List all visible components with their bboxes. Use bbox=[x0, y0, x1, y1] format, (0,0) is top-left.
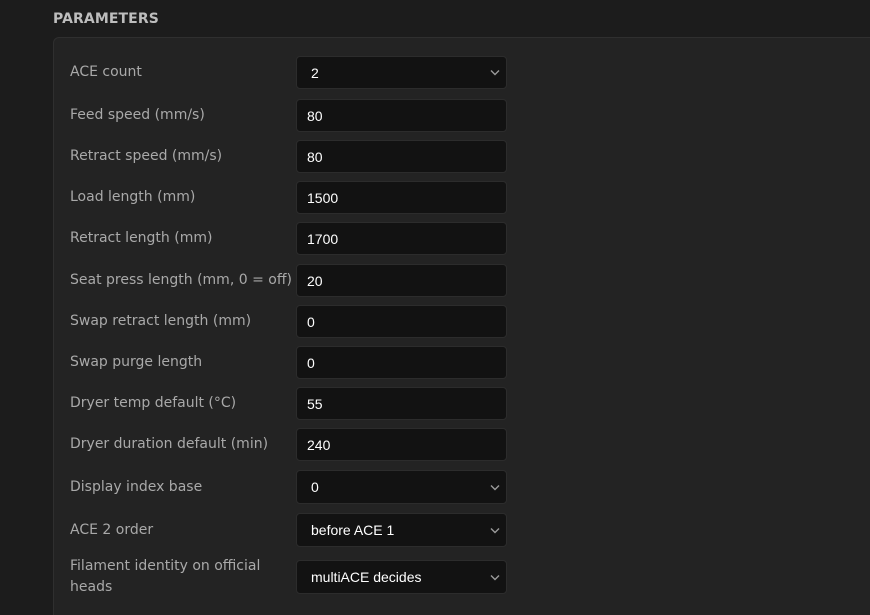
field-label: ACE count bbox=[70, 64, 142, 80]
field-label: Seat press length (mm, 0 = off) bbox=[70, 272, 292, 288]
param-row-load-length: Load length (mm) bbox=[70, 181, 510, 214]
field-label: Swap retract length (mm) bbox=[70, 313, 252, 329]
section-title: PARAMETERS bbox=[53, 11, 159, 27]
retract-speed-input[interactable] bbox=[296, 140, 507, 173]
swap-retract-length-input[interactable] bbox=[296, 305, 507, 338]
param-row-ace-count: ACE count 2 bbox=[70, 56, 510, 89]
param-row-swap-purge-length: Swap purge length bbox=[70, 346, 510, 379]
chevron-down-icon bbox=[486, 471, 504, 504]
param-row-retract-length: Retract length (mm) bbox=[70, 222, 510, 255]
retract-length-input[interactable] bbox=[296, 222, 507, 255]
seat-press-length-input[interactable] bbox=[296, 264, 507, 297]
display-index-base-select[interactable]: 0 bbox=[296, 470, 507, 504]
load-length-input[interactable] bbox=[296, 181, 507, 214]
field-label: Load length (mm) bbox=[70, 189, 196, 205]
field-label: Feed speed (mm/s) bbox=[70, 107, 205, 123]
ace-count-select[interactable]: 2 bbox=[296, 56, 507, 89]
chevron-down-icon bbox=[486, 56, 504, 89]
param-row-seat-press-length: Seat press length (mm, 0 = off) bbox=[70, 264, 510, 297]
param-row-dryer-duration: Dryer duration default (min) bbox=[70, 428, 510, 461]
select-value: 0 bbox=[311, 479, 319, 495]
param-row-feed-speed: Feed speed (mm/s) bbox=[70, 99, 510, 132]
field-label: Retract speed (mm/s) bbox=[70, 148, 223, 164]
dryer-duration-input[interactable] bbox=[296, 428, 507, 461]
param-row-retract-speed: Retract speed (mm/s) bbox=[70, 140, 510, 173]
field-label: Dryer duration default (min) bbox=[70, 436, 269, 452]
param-row-dryer-temp: Dryer temp default (°C) bbox=[70, 387, 510, 420]
swap-purge-length-input[interactable] bbox=[296, 346, 507, 379]
param-row-swap-retract-length: Swap retract length (mm) bbox=[70, 305, 510, 338]
field-label: Swap purge length bbox=[70, 354, 203, 370]
field-label: Retract length (mm) bbox=[70, 230, 213, 246]
chevron-down-icon bbox=[486, 514, 504, 547]
select-value: 2 bbox=[311, 64, 319, 81]
param-row-ace2-order: ACE 2 order before ACE 1 bbox=[70, 513, 510, 547]
dryer-temp-input[interactable] bbox=[296, 387, 507, 420]
ace2-order-select[interactable]: before ACE 1 bbox=[296, 513, 507, 547]
field-label: ACE 2 order bbox=[70, 521, 154, 538]
field-label: Filament identity on official heads bbox=[70, 558, 261, 595]
select-value: before ACE 1 bbox=[311, 522, 395, 538]
settings-page: PARAMETERS ACE count 2 Feed speed (mm/s)… bbox=[0, 0, 870, 615]
chevron-down-icon bbox=[486, 561, 504, 594]
field-label: Dryer temp default (°C) bbox=[70, 395, 237, 411]
field-label: Display index base bbox=[70, 478, 203, 495]
feed-speed-input[interactable] bbox=[296, 99, 507, 132]
filament-identity-select[interactable]: multiACE decides bbox=[296, 560, 507, 594]
param-row-filament-identity: Filament identity on official heads mult… bbox=[70, 556, 510, 598]
select-value: multiACE decides bbox=[311, 569, 422, 585]
param-row-display-index-base: Display index base 0 bbox=[70, 470, 510, 504]
